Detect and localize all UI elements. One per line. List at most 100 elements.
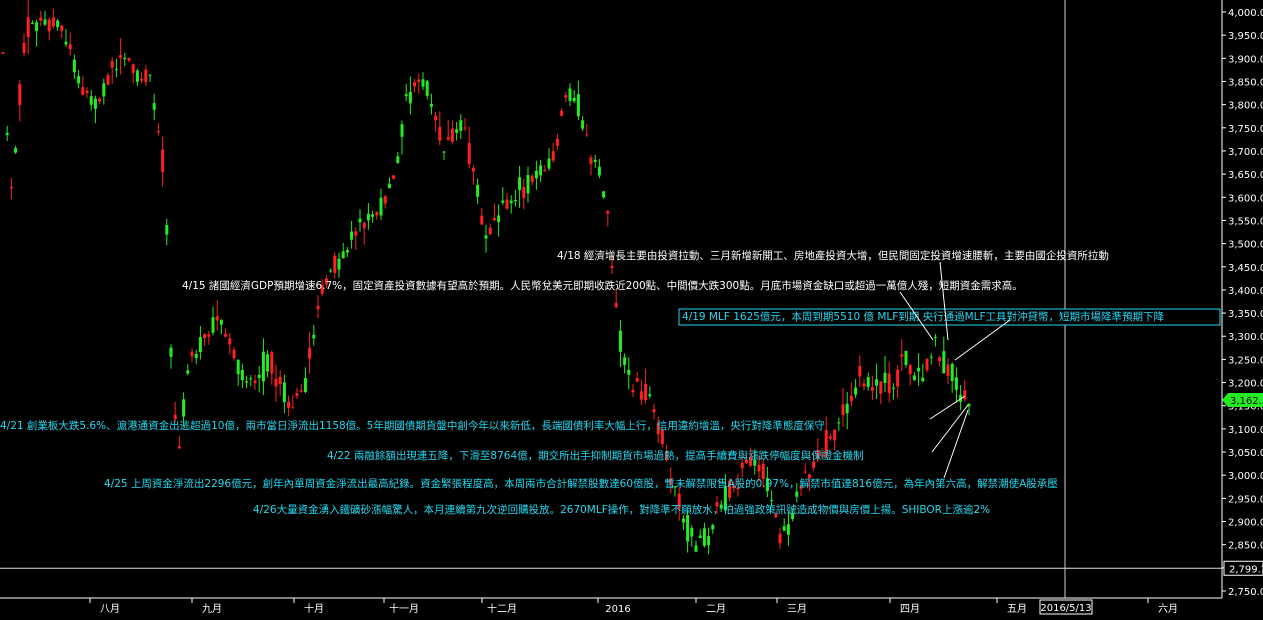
candle-body [610,265,614,269]
candle-body [68,44,72,50]
candle-body [156,131,160,133]
candlestick-chart: 4,000.0 3,950.0 3,900.0 3,850.0 3,800.0 3,750… [0,0,1263,616]
candle-body [891,387,895,389]
chart-svg: 4,000.0 3,950.0 3,900.0 3,850.0 3,800.0 3,750… [0,0,1263,615]
candle-body [98,98,102,102]
candle-body [518,177,522,191]
candle-body [761,463,765,480]
candle-body [446,137,450,140]
candle-body [89,96,93,105]
candle-body [887,373,891,393]
candle-body [492,217,496,221]
candle-body [854,387,858,395]
candle-body [904,350,908,365]
candle-body [299,390,303,392]
reference-label: 2,799.1 [1229,564,1263,575]
candle-body [925,358,929,371]
candle-body [240,370,244,381]
candle-body [358,218,362,223]
y-tick-label: 3,050.0 [1228,448,1263,459]
candle-body [144,69,148,83]
candle-body [219,319,223,325]
candle-body [278,376,282,385]
candle-body [39,17,43,21]
candle-body [497,215,501,223]
candle-body [282,382,286,403]
candle-body [597,166,601,176]
annotation-text: 4/19 MLF 1625億元，本周到期5510 億 MLF到期 央行通過MLF… [682,310,1165,323]
candle-body [329,270,333,272]
candle-body [505,199,509,209]
candle-body [123,57,127,60]
x-tick-label: 四月 [900,603,920,615]
y-tick-label: 2,750.0 [1228,587,1263,598]
candle-body [93,98,97,109]
candle-body [833,429,837,441]
candle-body [560,110,564,116]
y-tick-label: 2,950.0 [1228,494,1263,505]
candle-body [942,351,946,374]
annotation-leader-line [931,404,969,453]
candle-body [501,200,505,203]
candle-body [72,59,76,73]
candle-body [337,258,341,270]
candle-body [644,383,648,401]
candle-body [366,213,370,221]
candle-body [513,200,517,202]
candle-body [946,364,950,376]
candle-body [866,377,870,387]
candle-body [257,374,261,378]
candle-body [5,132,9,136]
annotation-text: 4/22 兩融餘額出現連五降，下滑至8764億，期交所出手抑制期貨市場過熱，提高… [327,449,864,462]
candle-body [270,352,274,374]
candle-body [224,333,228,337]
candle-body [837,422,841,424]
annotation-text: 4/21 創業板大跌5.6%、滬港通資金出逃超過10億，兩市當日淨流出1158億… [0,419,825,432]
candle-body [392,175,396,179]
y-tick-label: 3,400.0 [1228,286,1263,297]
candle-body [354,231,358,236]
candle-body [140,78,144,81]
candle-body [396,156,400,163]
candle-body [291,407,295,409]
candle-body [9,186,13,189]
candle-body [467,143,471,165]
candle-body [119,55,123,59]
x-tick-label: 八月 [100,603,120,615]
candle-body [530,175,534,183]
candle-body [81,87,85,95]
candle-body [879,381,883,394]
y-tick-label: 3,550.0 [1228,216,1263,227]
candle-body [455,129,459,133]
candle-body [379,197,383,216]
candle-body [862,383,866,387]
y-tick-label: 3,900.0 [1228,54,1263,65]
cursor-date-label: 2016/5/13 [1040,603,1091,614]
y-tick-label: 3,450.0 [1228,263,1263,274]
candle-body [22,42,26,53]
y-tick-label: 3,000.0 [1228,471,1263,482]
candle-body [316,305,320,310]
candle-body [568,88,572,101]
x-tick-label: 五月 [1007,603,1027,615]
candle-body [173,414,177,420]
candle-body [635,378,639,382]
candle-body [14,148,18,153]
candle-body [686,515,690,542]
candle-body [576,94,580,117]
candle-body [698,535,702,538]
candle-body [215,316,219,321]
candle-body [623,357,627,365]
y-tick-label: 3,750.0 [1228,124,1263,135]
candle-body [51,17,55,27]
candle-body [908,365,912,375]
candle-body [488,227,492,235]
candle-body [618,330,622,352]
candle-body [770,500,774,502]
y-tick-label: 3,250.0 [1228,355,1263,366]
candle-body [371,214,375,217]
candle-body [253,380,257,384]
annotation-text: 4/25 上周資金淨流出2296億元，創年內單周資金淨流出最高紀錄。資金緊張程度… [104,477,1058,490]
candle-body [828,436,832,439]
candle-body [106,75,110,85]
